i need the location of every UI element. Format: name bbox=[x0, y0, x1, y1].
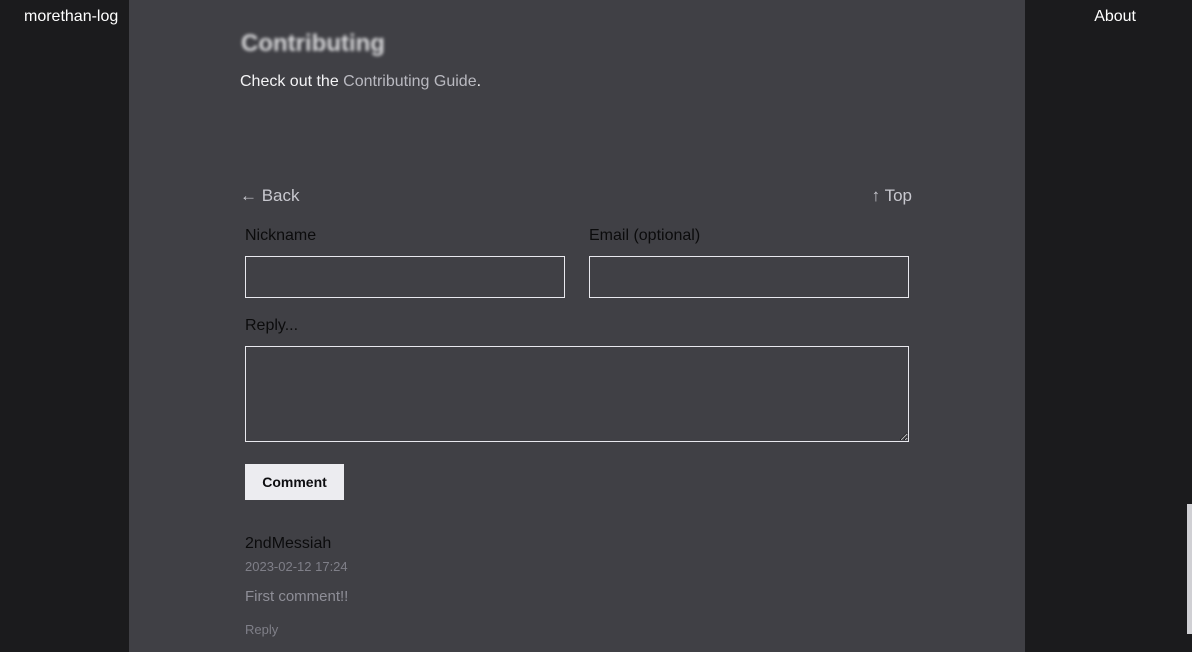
contributing-prefix: Check out the bbox=[240, 73, 344, 90]
comment-submit-button[interactable]: Comment bbox=[245, 464, 344, 500]
email-input[interactable] bbox=[589, 256, 909, 298]
contributing-guide-link[interactable]: Contributing Guide bbox=[343, 73, 476, 90]
comment-body: First comment!! bbox=[245, 588, 349, 605]
nav-about-link[interactable]: About bbox=[1094, 8, 1136, 26]
top-link[interactable]: ↑ Top bbox=[872, 186, 912, 206]
brand-link[interactable]: morethan-log bbox=[24, 8, 118, 26]
comment-reply-link[interactable]: Reply bbox=[245, 622, 278, 637]
reply-textarea[interactable] bbox=[245, 346, 909, 442]
reply-label: Reply... bbox=[245, 317, 299, 334]
nickname-label: Nickname bbox=[245, 227, 317, 244]
back-link[interactable]: ← Back bbox=[240, 186, 300, 206]
comment-date: 2023-02-12 17:24 bbox=[245, 559, 348, 574]
contributing-text: Check out the Contributing Guide. bbox=[240, 73, 481, 91]
page-scrollbar-thumb[interactable] bbox=[1187, 504, 1192, 634]
section-heading: Contributing bbox=[241, 30, 385, 57]
comment-author: 2ndMessiah bbox=[245, 535, 332, 552]
contributing-suffix: . bbox=[476, 73, 482, 90]
nickname-input[interactable] bbox=[245, 256, 565, 298]
post-content: Contributing Check out the Contributing … bbox=[129, 0, 1025, 652]
email-label: Email (optional) bbox=[589, 227, 701, 244]
